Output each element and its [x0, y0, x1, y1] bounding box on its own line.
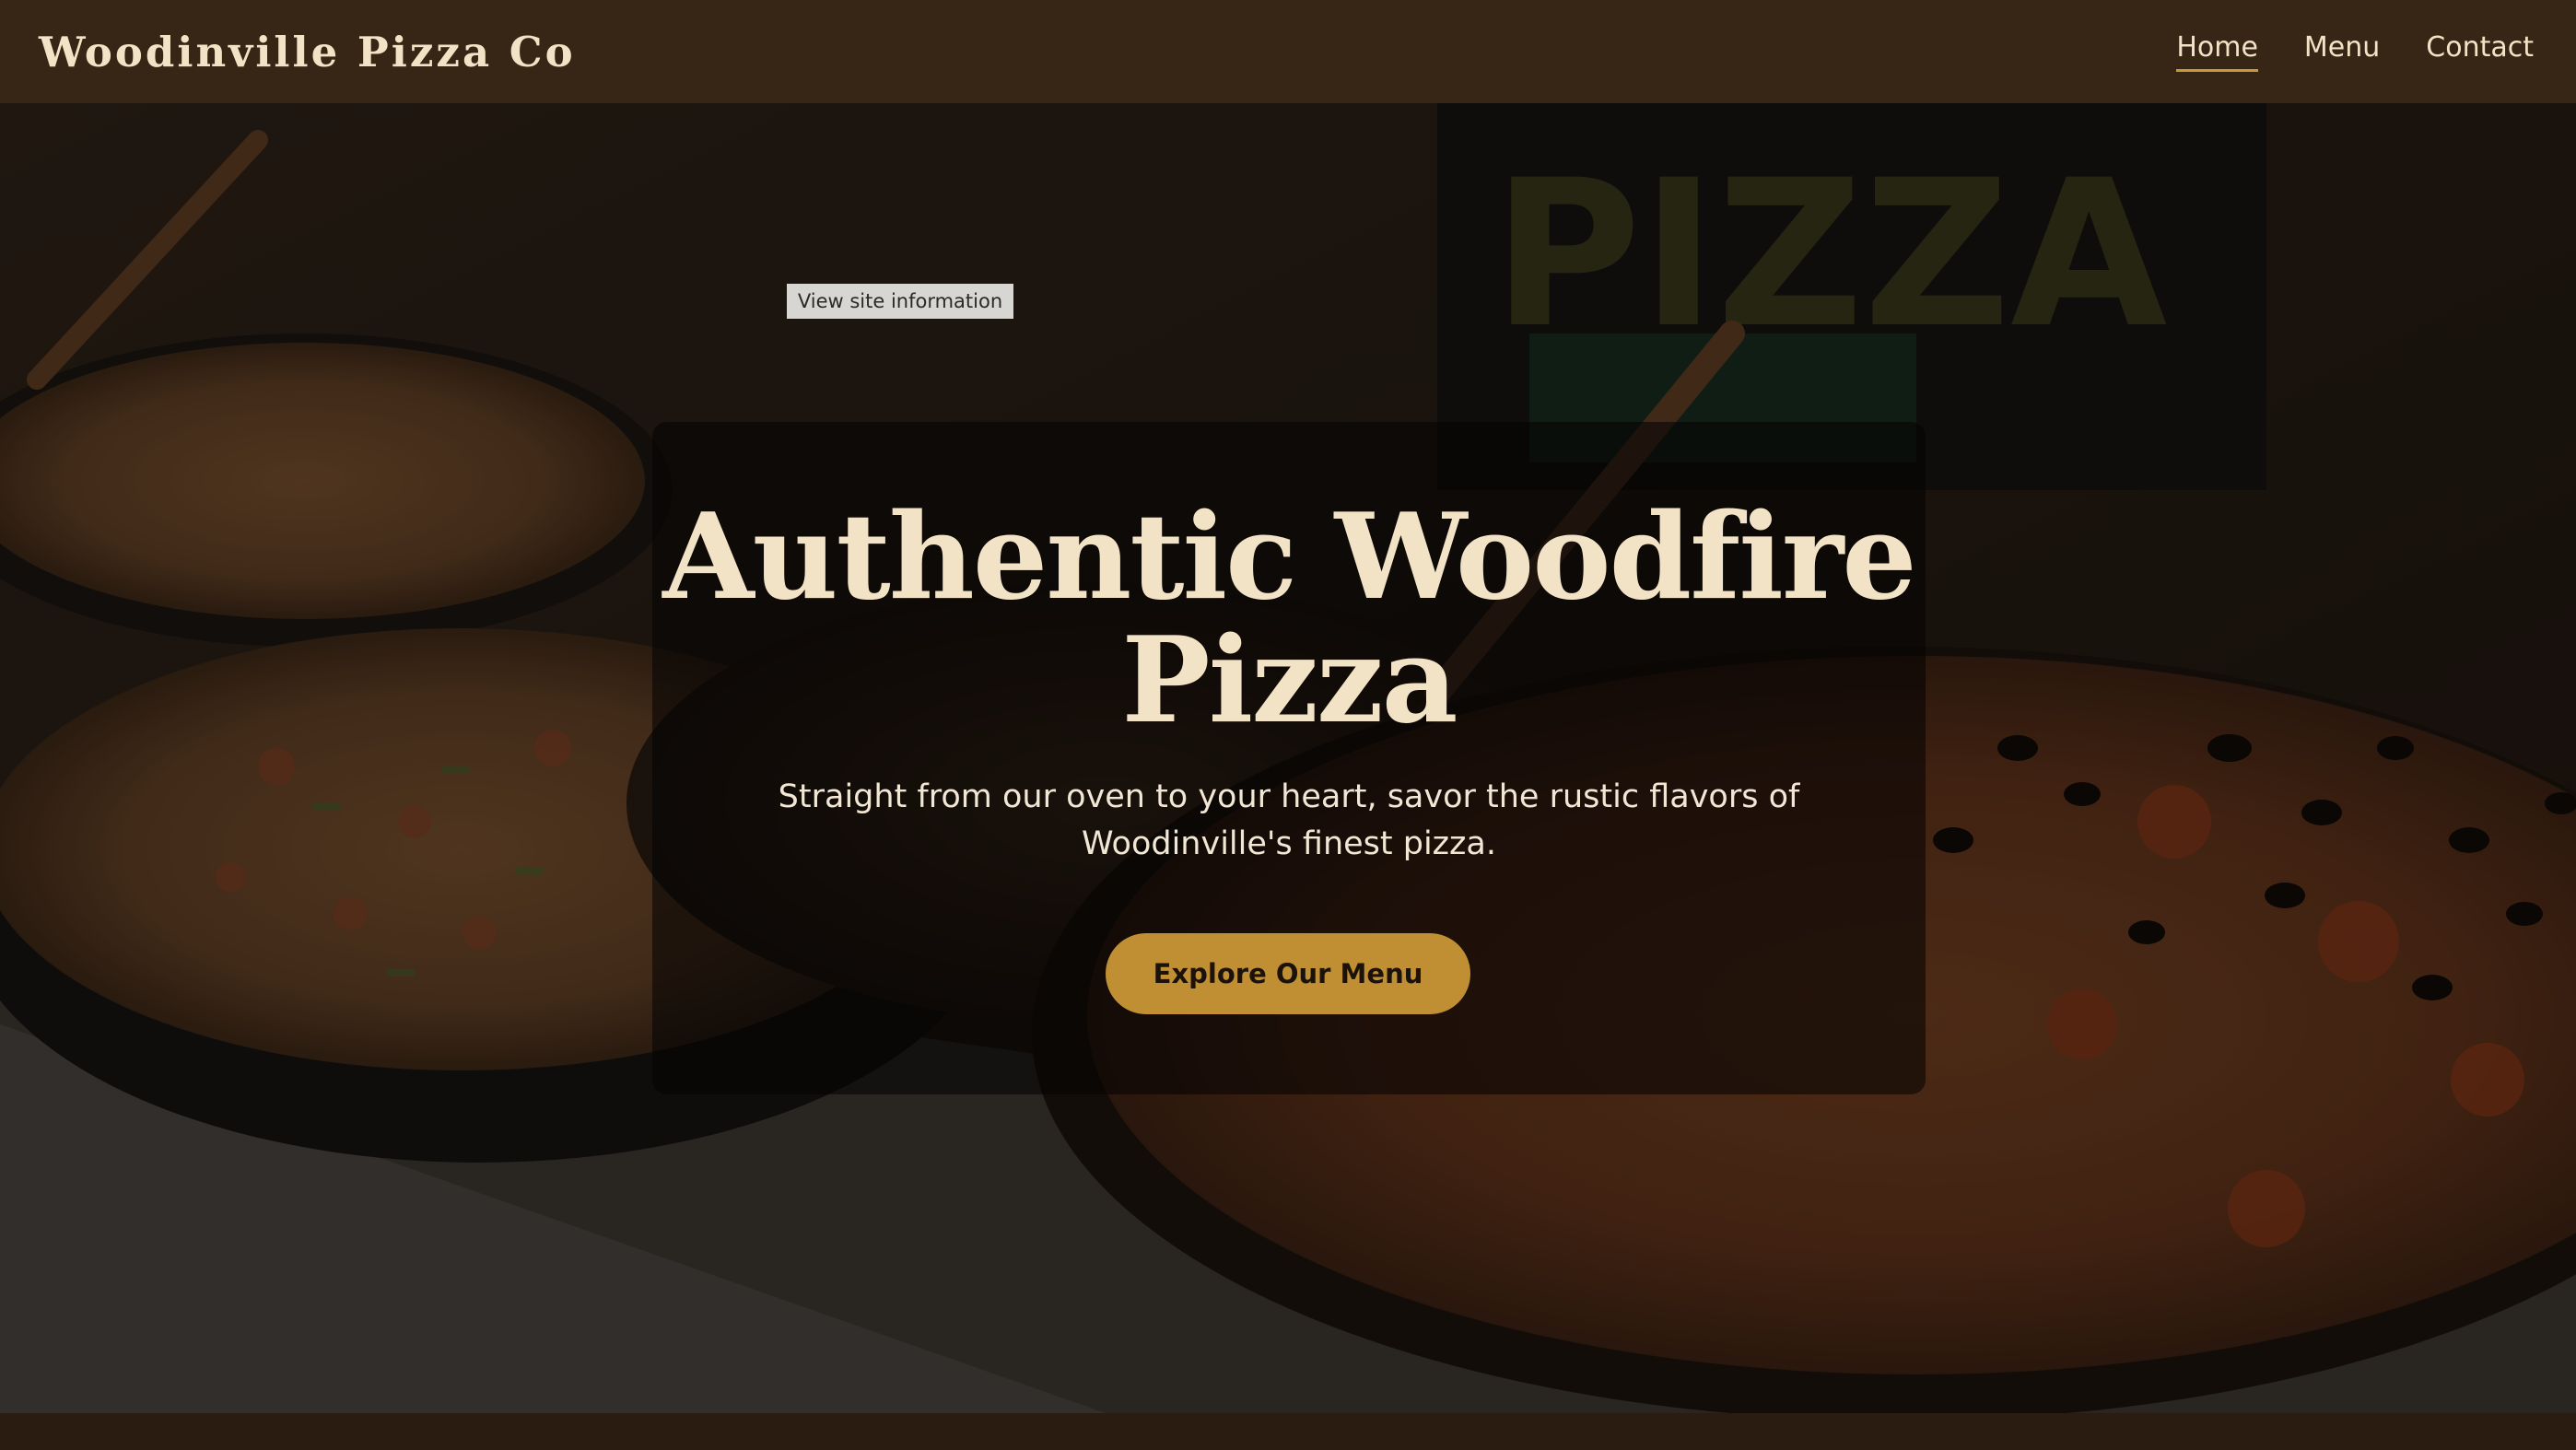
site-header: Woodinville Pizza Co Home Menu Contact [0, 0, 2576, 103]
nav-link-home[interactable]: Home [2176, 31, 2258, 72]
nav-link-menu[interactable]: Menu [2304, 31, 2380, 72]
view-site-information-button[interactable]: View site information [787, 284, 1013, 319]
main-nav: Home Menu Contact [2176, 31, 2534, 72]
brand-logo-text[interactable]: Woodinville Pizza Co [39, 28, 576, 76]
hero-section: PIZZA View site information Authentic Wo… [0, 103, 2576, 1413]
page-bottom-edge [0, 1413, 2576, 1450]
hero-card: Authentic Woodfire Pizza Straight from o… [652, 422, 1926, 1094]
explore-menu-button[interactable]: Explore Our Menu [1106, 933, 1470, 1014]
page: Woodinville Pizza Co Home Menu Contact P… [0, 0, 2576, 1450]
nav-link-contact[interactable]: Contact [2426, 31, 2534, 72]
hero-title: Authentic Woodfire Pizza [662, 488, 1916, 750]
hero-subtitle: Straight from our oven to your heart, sa… [778, 778, 1800, 862]
